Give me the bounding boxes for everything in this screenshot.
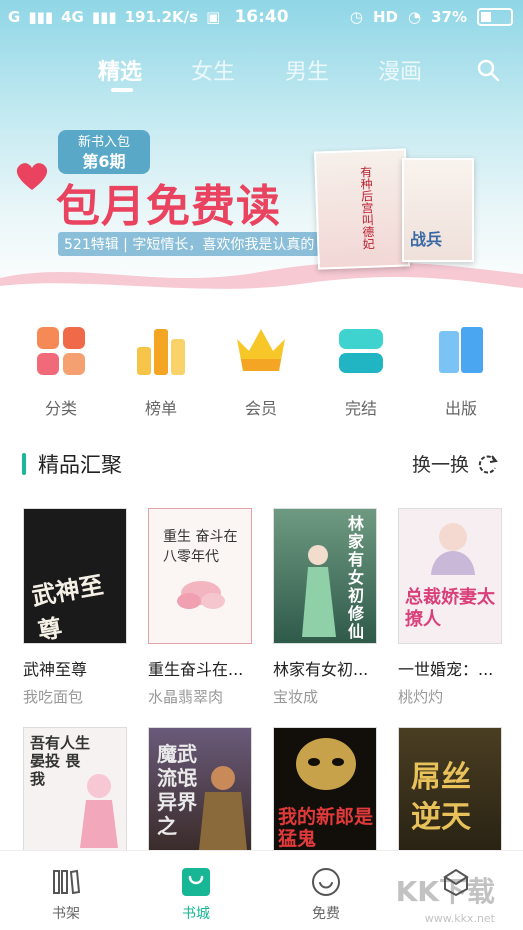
book-title: 武神至尊 (23, 660, 88, 679)
book-author: 我吃面包 (23, 688, 84, 706)
bar-chart-icon (135, 325, 187, 377)
promo-tag-line2: 第6期 (82, 152, 126, 171)
book-cover: 武神至尊 (23, 508, 127, 644)
warrior-figure (199, 766, 247, 850)
promo-title: 包月免费读 (56, 181, 281, 232)
book-title: 一世婚宠：... (398, 660, 494, 679)
book-title: 重生奋斗在... (148, 660, 244, 679)
active-tab-indicator (111, 88, 133, 92)
book-card[interactable]: 屌丝 逆天 (398, 727, 502, 851)
tab-comics[interactable]: 漫画 (378, 54, 422, 86)
book-card[interactable]: 武神至尊 武神至尊 我吃面包 (23, 508, 127, 707)
shortcut-completed[interactable]: 完结 (321, 325, 401, 419)
nav-label: 免费 (312, 906, 340, 922)
flower-decoration (177, 581, 225, 609)
watermark-url: www.kkx.net (424, 912, 495, 925)
book-author: 宝妆成 (273, 688, 319, 706)
cover-title: 魔武流氓 异界之 (157, 742, 197, 838)
character-portrait (431, 523, 475, 575)
character-figure (302, 545, 336, 637)
heart-icon (16, 163, 48, 190)
refresh-icon (478, 454, 498, 473)
shortcut-membership[interactable]: 会员 (221, 325, 301, 419)
network-type: HD (372, 8, 398, 26)
tab-male[interactable]: 男生 (285, 54, 329, 86)
book-card[interactable]: 魔武流氓 异界之 (148, 727, 252, 851)
cover-title: 我的新郎是猛鬼 (278, 806, 374, 850)
cover-title: 屌丝 逆天 (411, 760, 471, 835)
grid-icon (35, 325, 87, 377)
cover-title: 武神至尊 (29, 570, 106, 644)
nav-free[interactable]: 免费 (296, 867, 356, 923)
promo-tag-line1: 新书入包 (77, 135, 130, 150)
book-cover: 吾有人生 晏投 畏我 (23, 727, 127, 851)
banner-book-cover-2: 战兵 (402, 158, 474, 262)
smile-icon (311, 867, 341, 897)
nav-bookstore[interactable]: 书城 (166, 867, 226, 923)
character-figure (80, 774, 118, 848)
tab-featured[interactable]: 精选 (98, 54, 142, 86)
status-bar: G ▮▮▮ 4G ▮▮▮ 191.2K/s ▣ 16:40 ◷ HD ◔ 37% (0, 0, 523, 36)
wifi-icon: ◔ (408, 8, 422, 26)
cover-title: 总裁娇妻太撩人 (405, 587, 495, 630)
shortcut-published[interactable]: 出版 (421, 325, 501, 419)
book-card[interactable]: 吾有人生 晏投 畏我 (23, 727, 127, 851)
status-right: ◷ HD ◔ 37% (350, 8, 513, 26)
book-icon (435, 325, 487, 377)
book-cover: 林家有女初修仙 (273, 508, 377, 644)
shortcut-label: 分类 (44, 399, 77, 418)
promo-banner[interactable]: 新书入包 第6期 包月免费读 521特辑 | 字短情长，喜欢你我是认真的 有种后… (0, 110, 523, 300)
stack-icon (335, 325, 387, 377)
book-card[interactable]: 林家有女初修仙 林家有女初... 宝妆成 (273, 508, 377, 707)
book-cover: 重生 奋斗在八零年代 (148, 508, 252, 644)
banner-book-1-title: 有种后宫叫德妃 (358, 165, 376, 251)
section-accent-bar (22, 453, 26, 475)
shortcut-label: 完结 (344, 399, 377, 418)
nav-label: 书城 (182, 906, 210, 922)
promo-subtitle: 521特辑 | 字短情长，喜欢你我是认真的 (58, 232, 321, 256)
shortcut-label: 榜单 (144, 399, 177, 418)
mask-figure (296, 738, 356, 790)
store-bag-icon (181, 867, 211, 897)
section-title: 精品汇聚 (38, 453, 122, 477)
watermark-logo: KK下载 (395, 875, 495, 908)
shortcut-label: 出版 (444, 399, 477, 418)
book-cover: 我的新郎是猛鬼 (273, 727, 377, 851)
book-title: 林家有女初... (273, 660, 369, 679)
shortcut-rankings[interactable]: 榜单 (121, 325, 201, 419)
refresh-label: 换一换 (411, 454, 469, 476)
search-icon[interactable] (476, 58, 500, 82)
promo-tag: 新书入包 第6期 (58, 130, 150, 174)
crown-icon (235, 325, 287, 377)
book-card[interactable]: 重生 奋斗在八零年代 重生奋斗在... 水晶翡翠肉 (148, 508, 252, 707)
shortcut-category[interactable]: 分类 (21, 325, 101, 419)
book-card[interactable]: 我的新郎是猛鬼 (273, 727, 377, 851)
shelf-icon (51, 867, 81, 897)
battery-level: 37% (431, 8, 467, 26)
shortcut-label: 会员 (244, 399, 277, 418)
battery-icon (477, 8, 513, 26)
top-tabs: 精选 女生 男生 漫画 (0, 54, 523, 94)
nav-label: 书架 (52, 906, 80, 922)
category-shortcuts: 分类 榜单 会员 完结 出版 (0, 325, 523, 425)
cover-title: 重生 奋斗在八零年代 (163, 529, 238, 565)
section-header: 精品汇聚 (22, 450, 122, 478)
alarm-icon: ◷ (349, 8, 363, 26)
screen: G ▮▮▮ 4G ▮▮▮ 191.2K/s ▣ 16:40 ◷ HD ◔ 37%… (0, 0, 523, 930)
banner-book-cover-1: 有种后宫叫德妃 (313, 148, 411, 270)
tab-female[interactable]: 女生 (191, 54, 235, 86)
book-cover: 屌丝 逆天 (398, 727, 502, 851)
book-author: 水晶翡翠肉 (148, 688, 224, 706)
book-cover: 魔武流氓 异界之 (148, 727, 252, 851)
cover-title: 林家有女初修仙 (348, 514, 365, 641)
book-cover: 总裁娇妻太撩人 (398, 508, 502, 644)
nav-bookshelf[interactable]: 书架 (36, 867, 96, 923)
book-card[interactable]: 总裁娇妻太撩人 一世婚宠：... 桃灼灼 (398, 508, 502, 707)
book-author: 桃灼灼 (398, 688, 444, 706)
banner-book-2-title: 战兵 (410, 230, 443, 249)
refresh-button[interactable]: 换一换 (412, 450, 499, 477)
